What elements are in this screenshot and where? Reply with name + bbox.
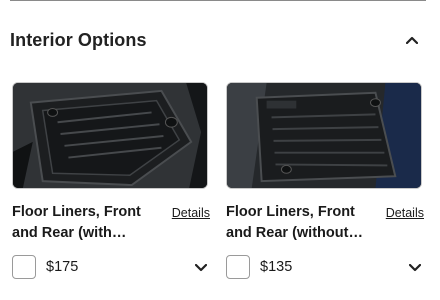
section-divider	[10, 0, 426, 1]
product-image[interactable]	[12, 82, 208, 189]
section-title: Interior Options	[10, 29, 147, 50]
product-price: $135	[260, 259, 293, 275]
select-checkbox[interactable]	[12, 255, 36, 279]
interior-options-header[interactable]: Interior Options	[10, 26, 426, 54]
product-card: Floor Liners, Front and Rear (with… Deta…	[12, 82, 210, 300]
product-price: $175	[46, 259, 79, 275]
product-image[interactable]	[226, 82, 422, 189]
product-name: Floor Liners, Front and Rear (with…	[12, 204, 141, 241]
product-name: Floor Liners, Front and Rear (without…	[226, 204, 363, 241]
chevron-down-icon[interactable]	[192, 259, 210, 277]
chevron-down-icon[interactable]	[406, 259, 424, 277]
chevron-up-icon[interactable]	[402, 30, 422, 50]
select-checkbox[interactable]	[226, 255, 250, 279]
details-link[interactable]: Details	[386, 206, 424, 220]
details-link[interactable]: Details	[172, 206, 210, 220]
product-card: Floor Liners, Front and Rear (without… D…	[226, 82, 424, 300]
